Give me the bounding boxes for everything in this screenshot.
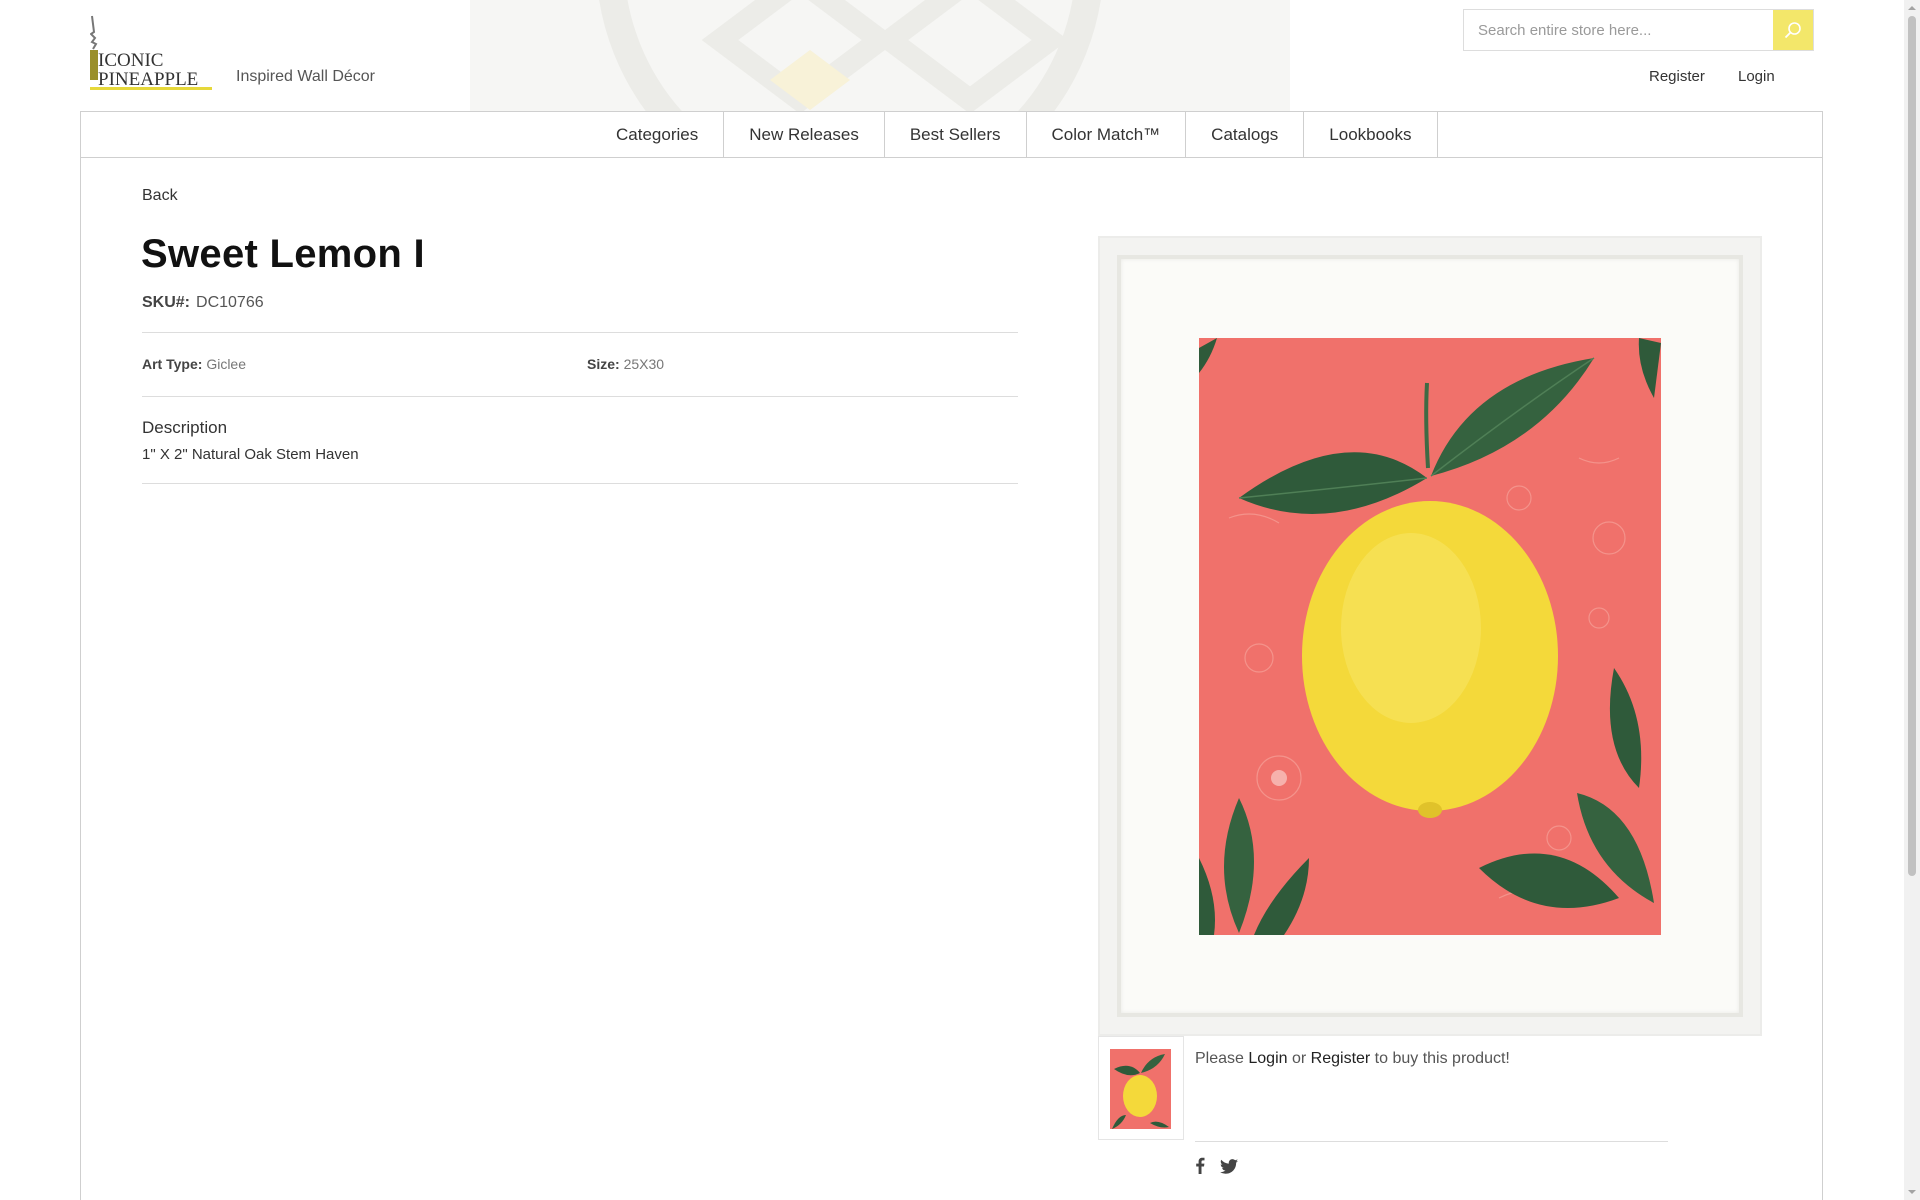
scroll-thumb[interactable] — [1908, 16, 1916, 876]
artwork-image — [1199, 338, 1661, 935]
back-link[interactable]: Back — [142, 187, 178, 205]
login-link[interactable]: Login — [1738, 68, 1775, 85]
description-text: 1" X 2" Natural Oak Stem Haven — [142, 446, 359, 463]
site-header: ICONIC PINEAPPLE Inspired Wall Décor Reg… — [0, 0, 1904, 112]
product-title: Sweet Lemon I — [141, 232, 425, 276]
logo-text-pineapple: PINEAPPLE — [98, 69, 198, 90]
purchase-message: Please Login or Register to buy this pro… — [1195, 1050, 1510, 1068]
search-icon — [1784, 22, 1801, 39]
main-content: Categories New Releases Best Sellers Col… — [80, 111, 1823, 1200]
size-label: Size: — [587, 356, 620, 372]
purchase-text-before: Please — [1195, 1050, 1249, 1067]
logo-text-iconic: ICONIC — [98, 50, 163, 71]
header-decoration — [470, 0, 1290, 111]
nav-item-lookbooks[interactable]: Lookbooks — [1304, 112, 1438, 157]
twitter-icon — [1220, 1159, 1238, 1174]
purchase-text-after: to buy this product! — [1370, 1050, 1510, 1067]
nav-item-color-match[interactable]: Color Match™ — [1027, 112, 1187, 157]
search-box — [1463, 9, 1814, 51]
thumbnail-image — [1110, 1049, 1171, 1129]
image-mat — [1117, 255, 1743, 1017]
main-nav: Categories New Releases Best Sellers Col… — [81, 112, 1822, 158]
divider — [1195, 1141, 1668, 1142]
scroll-down-icon[interactable] — [1908, 1188, 1916, 1196]
art-type-label: Art Type: — [142, 356, 203, 372]
scroll-up-icon[interactable] — [1908, 4, 1916, 12]
product-sku: SKU#: DC10766 — [142, 294, 264, 312]
size-value: 25X30 — [623, 356, 665, 372]
divider — [142, 332, 1018, 333]
sku-label: SKU#: — [142, 294, 191, 311]
art-type: Art Type: Giclee — [142, 356, 246, 372]
twitter-share[interactable] — [1220, 1159, 1238, 1179]
thumbnail[interactable] — [1098, 1036, 1184, 1140]
purchase-text-middle: or — [1287, 1050, 1311, 1067]
facebook-share[interactable] — [1195, 1157, 1205, 1179]
nav-item-categories[interactable]: Categories — [536, 112, 725, 157]
site-tagline: Inspired Wall Décor — [236, 68, 376, 85]
nav-item-catalogs[interactable]: Catalogs — [1186, 112, 1305, 157]
facebook-icon — [1196, 1157, 1205, 1174]
art-type-value: Giclee — [206, 356, 246, 372]
divider — [142, 396, 1018, 397]
purchase-register-link[interactable]: Register — [1311, 1050, 1371, 1067]
register-link[interactable]: Register — [1649, 68, 1705, 85]
sku-value: DC10766 — [196, 294, 264, 311]
product-image[interactable] — [1098, 236, 1762, 1036]
nav-item-new-releases[interactable]: New Releases — [724, 112, 885, 157]
nav-item-best-sellers[interactable]: Best Sellers — [885, 112, 1027, 157]
divider — [142, 483, 1018, 484]
search-input[interactable] — [1464, 10, 1773, 50]
description-heading: Description — [142, 418, 228, 437]
site-logo[interactable]: ICONIC PINEAPPLE — [89, 14, 215, 90]
search-button[interactable] — [1773, 10, 1813, 50]
purchase-login-link[interactable]: Login — [1248, 1050, 1287, 1067]
size: Size: 25X30 — [587, 356, 664, 372]
page-scrollbar[interactable] — [1904, 0, 1920, 1200]
